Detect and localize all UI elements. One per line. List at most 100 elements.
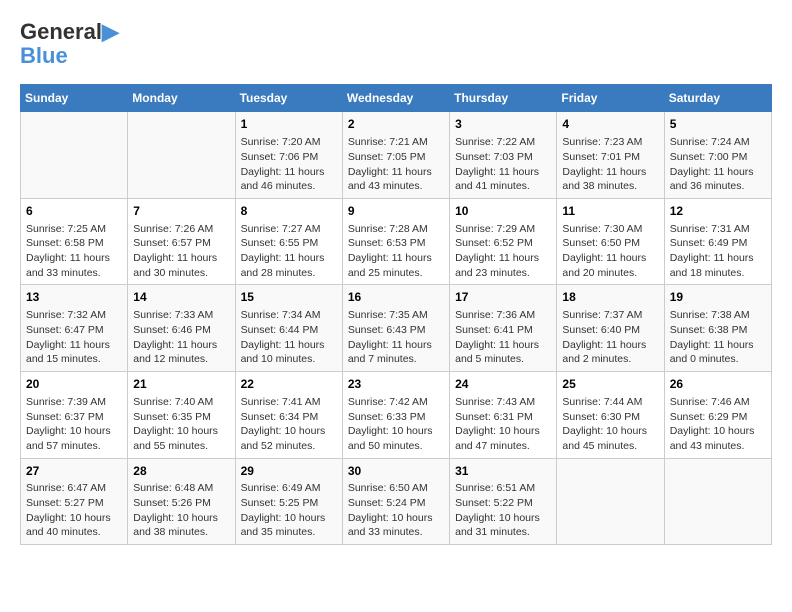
day-number: 17 — [455, 289, 551, 306]
day-number: 4 — [562, 116, 658, 133]
day-info: Sunrise: 7:30 AM Sunset: 6:50 PM Dayligh… — [562, 222, 658, 281]
day-info: Sunrise: 7:27 AM Sunset: 6:55 PM Dayligh… — [241, 222, 337, 281]
day-info: Sunrise: 7:41 AM Sunset: 6:34 PM Dayligh… — [241, 395, 337, 454]
column-header-wednesday: Wednesday — [342, 85, 449, 112]
calendar-cell: 8 Sunrise: 7:27 AM Sunset: 6:55 PM Daylig… — [235, 198, 342, 285]
calendar-cell: 11 Sunrise: 7:30 AM Sunset: 6:50 PM Dayli… — [557, 198, 664, 285]
day-info: Sunrise: 7:33 AM Sunset: 6:46 PM Dayligh… — [133, 308, 229, 367]
column-header-sunday: Sunday — [21, 85, 128, 112]
day-number: 24 — [455, 376, 551, 393]
day-number: 8 — [241, 203, 337, 220]
day-number: 5 — [670, 116, 766, 133]
calendar-cell: 3 Sunrise: 7:22 AM Sunset: 7:03 PM Daylig… — [450, 112, 557, 199]
day-info: Sunrise: 7:29 AM Sunset: 6:52 PM Dayligh… — [455, 222, 551, 281]
day-number: 16 — [348, 289, 444, 306]
calendar-cell: 21 Sunrise: 7:40 AM Sunset: 6:35 PM Dayli… — [128, 372, 235, 459]
day-info: Sunrise: 7:21 AM Sunset: 7:05 PM Dayligh… — [348, 135, 444, 194]
day-number: 27 — [26, 463, 122, 480]
day-number: 31 — [455, 463, 551, 480]
day-number: 25 — [562, 376, 658, 393]
day-info: Sunrise: 6:51 AM Sunset: 5:22 PM Dayligh… — [455, 481, 551, 540]
day-number: 23 — [348, 376, 444, 393]
day-number: 9 — [348, 203, 444, 220]
calendar-cell: 25 Sunrise: 7:44 AM Sunset: 6:30 PM Dayli… — [557, 372, 664, 459]
day-info: Sunrise: 7:28 AM Sunset: 6:53 PM Dayligh… — [348, 222, 444, 281]
day-info: Sunrise: 6:47 AM Sunset: 5:27 PM Dayligh… — [26, 481, 122, 540]
calendar-cell: 4 Sunrise: 7:23 AM Sunset: 7:01 PM Daylig… — [557, 112, 664, 199]
calendar-cell: 31Sunrise: 6:51 AM Sunset: 5:22 PM Dayli… — [450, 458, 557, 545]
calendar-cell: 5 Sunrise: 7:24 AM Sunset: 7:00 PM Daylig… — [664, 112, 771, 199]
calendar-cell: 6Sunrise: 7:25 AM Sunset: 6:58 PM Daylig… — [21, 198, 128, 285]
day-number: 18 — [562, 289, 658, 306]
day-number: 21 — [133, 376, 229, 393]
calendar-cell: 7Sunrise: 7:26 AM Sunset: 6:57 PM Daylig… — [128, 198, 235, 285]
calendar-cell: 16 Sunrise: 7:35 AM Sunset: 6:43 PM Dayli… — [342, 285, 449, 372]
day-number: 11 — [562, 203, 658, 220]
day-number: 2 — [348, 116, 444, 133]
day-info: Sunrise: 7:38 AM Sunset: 6:38 PM Dayligh… — [670, 308, 766, 367]
day-number: 1 — [241, 116, 337, 133]
week-row-2: 6Sunrise: 7:25 AM Sunset: 6:58 PM Daylig… — [21, 198, 772, 285]
day-number: 12 — [670, 203, 766, 220]
day-number: 28 — [133, 463, 229, 480]
day-info: Sunrise: 6:49 AM Sunset: 5:25 PM Dayligh… — [241, 481, 337, 540]
calendar-cell: 15 Sunrise: 7:34 AM Sunset: 6:44 PM Dayli… — [235, 285, 342, 372]
day-number: 30 — [348, 463, 444, 480]
day-number: 22 — [241, 376, 337, 393]
day-info: Sunrise: 7:35 AM Sunset: 6:43 PM Dayligh… — [348, 308, 444, 367]
calendar-cell — [557, 458, 664, 545]
calendar-table: SundayMondayTuesdayWednesdayThursdayFrid… — [20, 84, 772, 545]
day-info: Sunrise: 7:42 AM Sunset: 6:33 PM Dayligh… — [348, 395, 444, 454]
day-info: Sunrise: 7:23 AM Sunset: 7:01 PM Dayligh… — [562, 135, 658, 194]
day-info: Sunrise: 7:26 AM Sunset: 6:57 PM Dayligh… — [133, 222, 229, 281]
logo-text-line2: Blue — [20, 44, 119, 68]
logo: General▶ Blue — [20, 20, 119, 68]
day-number: 14 — [133, 289, 229, 306]
day-info: Sunrise: 7:46 AM Sunset: 6:29 PM Dayligh… — [670, 395, 766, 454]
calendar-cell: 1 Sunrise: 7:20 AM Sunset: 7:06 PM Daylig… — [235, 112, 342, 199]
logo-text-line1: General▶ — [20, 20, 119, 44]
day-info: Sunrise: 7:24 AM Sunset: 7:00 PM Dayligh… — [670, 135, 766, 194]
calendar-cell: 23 Sunrise: 7:42 AM Sunset: 6:33 PM Dayli… — [342, 372, 449, 459]
calendar-cell: 22 Sunrise: 7:41 AM Sunset: 6:34 PM Dayli… — [235, 372, 342, 459]
day-number: 10 — [455, 203, 551, 220]
calendar-cell: 30Sunrise: 6:50 AM Sunset: 5:24 PM Dayli… — [342, 458, 449, 545]
page-header: General▶ Blue — [20, 20, 772, 68]
calendar-cell: 29Sunrise: 6:49 AM Sunset: 5:25 PM Dayli… — [235, 458, 342, 545]
column-header-saturday: Saturday — [664, 85, 771, 112]
day-info: Sunrise: 7:34 AM Sunset: 6:44 PM Dayligh… — [241, 308, 337, 367]
calendar-cell — [21, 112, 128, 199]
day-info: Sunrise: 7:44 AM Sunset: 6:30 PM Dayligh… — [562, 395, 658, 454]
week-row-1: 1 Sunrise: 7:20 AM Sunset: 7:06 PM Daylig… — [21, 112, 772, 199]
column-header-monday: Monday — [128, 85, 235, 112]
day-number: 3 — [455, 116, 551, 133]
calendar-cell: 27Sunrise: 6:47 AM Sunset: 5:27 PM Dayli… — [21, 458, 128, 545]
calendar-cell: 18 Sunrise: 7:37 AM Sunset: 6:40 PM Dayli… — [557, 285, 664, 372]
calendar-cell: 19Sunrise: 7:38 AM Sunset: 6:38 PM Dayli… — [664, 285, 771, 372]
calendar-cell: 2 Sunrise: 7:21 AM Sunset: 7:05 PM Daylig… — [342, 112, 449, 199]
column-header-friday: Friday — [557, 85, 664, 112]
calendar-cell: 17Sunrise: 7:36 AM Sunset: 6:41 PM Dayli… — [450, 285, 557, 372]
calendar-header-row: SundayMondayTuesdayWednesdayThursdayFrid… — [21, 85, 772, 112]
week-row-4: 20Sunrise: 7:39 AM Sunset: 6:37 PM Dayli… — [21, 372, 772, 459]
day-number: 15 — [241, 289, 337, 306]
day-info: Sunrise: 7:40 AM Sunset: 6:35 PM Dayligh… — [133, 395, 229, 454]
day-info: Sunrise: 7:22 AM Sunset: 7:03 PM Dayligh… — [455, 135, 551, 194]
day-info: Sunrise: 6:50 AM Sunset: 5:24 PM Dayligh… — [348, 481, 444, 540]
calendar-cell: 24 Sunrise: 7:43 AM Sunset: 6:31 PM Dayli… — [450, 372, 557, 459]
calendar-cell: 20Sunrise: 7:39 AM Sunset: 6:37 PM Dayli… — [21, 372, 128, 459]
calendar-cell: 14 Sunrise: 7:33 AM Sunset: 6:46 PM Dayli… — [128, 285, 235, 372]
day-info: Sunrise: 6:48 AM Sunset: 5:26 PM Dayligh… — [133, 481, 229, 540]
day-info: Sunrise: 7:43 AM Sunset: 6:31 PM Dayligh… — [455, 395, 551, 454]
day-number: 6 — [26, 203, 122, 220]
day-info: Sunrise: 7:37 AM Sunset: 6:40 PM Dayligh… — [562, 308, 658, 367]
column-header-thursday: Thursday — [450, 85, 557, 112]
day-number: 26 — [670, 376, 766, 393]
calendar-cell — [128, 112, 235, 199]
day-info: Sunrise: 7:31 AM Sunset: 6:49 PM Dayligh… — [670, 222, 766, 281]
day-number: 29 — [241, 463, 337, 480]
day-info: Sunrise: 7:39 AM Sunset: 6:37 PM Dayligh… — [26, 395, 122, 454]
calendar-cell: 13Sunrise: 7:32 AM Sunset: 6:47 PM Dayli… — [21, 285, 128, 372]
day-info: Sunrise: 7:20 AM Sunset: 7:06 PM Dayligh… — [241, 135, 337, 194]
week-row-5: 27Sunrise: 6:47 AM Sunset: 5:27 PM Dayli… — [21, 458, 772, 545]
